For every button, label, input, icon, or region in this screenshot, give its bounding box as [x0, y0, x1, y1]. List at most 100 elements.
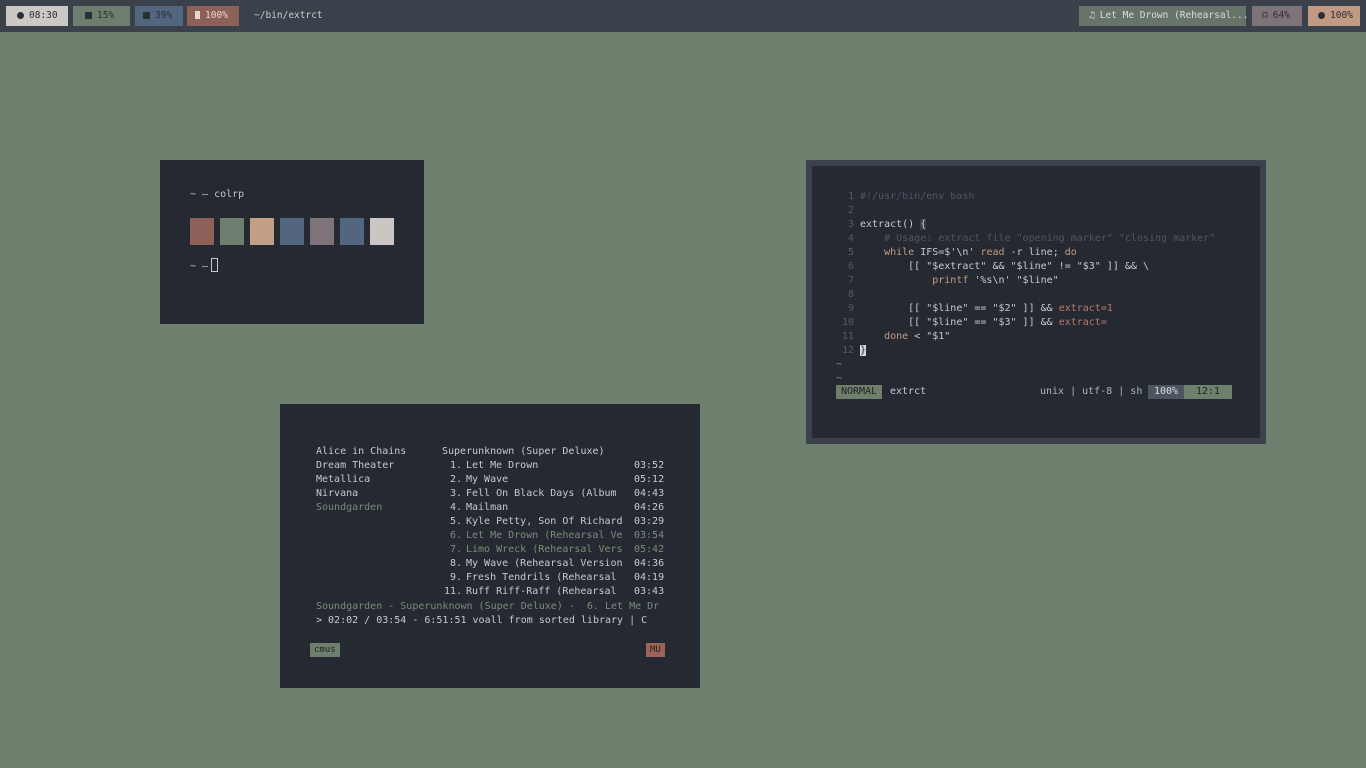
track-title: Mailman [466, 502, 509, 513]
line-number: 7 [847, 275, 854, 286]
artist-item[interactable]: Soundgarden [316, 502, 382, 513]
track-row[interactable]: 6. Let Me Drown (Rehearsal Ve 03:54 [442, 530, 664, 541]
music-title: Let Me Drown (Rehearsal... [1099, 10, 1249, 21]
track-duration: 05:42 [634, 544, 665, 555]
memory-icon [143, 12, 150, 19]
track-duration: 03:43 [634, 586, 665, 597]
brightness-widget[interactable]: 100% [1308, 6, 1360, 26]
track-row[interactable]: 1. Let Me Drown 03:52 [442, 460, 664, 471]
memory-widget[interactable]: 39% [135, 6, 183, 26]
album-title[interactable]: Superunknown (Super Deluxe) [442, 446, 605, 457]
empty-line-marker: ~ [836, 359, 843, 370]
artist-item[interactable]: Dream Theater [316, 460, 394, 471]
track-title: Let Me Drown [466, 460, 539, 471]
track-number: 2. [449, 474, 462, 485]
battery-widget[interactable]: 100% [187, 6, 239, 26]
code-text: printf '%s\n' "$line" [932, 275, 1059, 286]
track-row[interactable]: 9. Fresh Tendrils (Rehearsal 04:19 [442, 572, 664, 583]
battery-value: 100% [205, 10, 228, 21]
cpu-widget[interactable]: 15% [73, 6, 130, 26]
track-number: 6. [449, 530, 462, 541]
code-text: # Usage: extract file "opening marker" "… [860, 233, 1216, 244]
code-text: done < "$1" [884, 331, 951, 342]
color-swatch [190, 218, 214, 245]
color-swatch [340, 218, 364, 245]
cmus-window[interactable]: Alice in Chains Dream Theater Metallica Nir… [280, 404, 700, 688]
track-duration: 04:43 [634, 488, 665, 499]
shell-prompt-text: ~ — [190, 261, 209, 272]
track-duration: 03:54 [634, 530, 665, 541]
track-number: 4. [449, 502, 462, 513]
track-duration: 03:52 [634, 460, 665, 471]
clock-icon [17, 12, 24, 19]
track-title: My Wave [466, 474, 509, 485]
terminal-cursor [211, 258, 219, 272]
track-number: 7. [449, 544, 462, 555]
line-number: 8 [847, 289, 854, 300]
track-row[interactable]: 11. Ruff Riff-Raff (Rehearsal 03:43 [442, 586, 664, 597]
window-title: ~/bin/extrct [254, 10, 323, 21]
mode-tag: MU [646, 643, 665, 657]
vim-filename: extrct [890, 386, 927, 397]
volume-value: 64% [1272, 10, 1290, 21]
brightness-value: 100% [1330, 10, 1353, 21]
track-number: 5. [449, 516, 462, 527]
artist-item[interactable]: Nirvana [316, 488, 358, 499]
terminal-window-colrp[interactable]: ~ — colrp ~ — [160, 160, 424, 324]
track-row[interactable]: 5. Kyle Petty, Son Of Richard 03:29 [442, 516, 664, 527]
volume-widget[interactable]: ☊ 64% [1252, 6, 1302, 26]
track-number: 11. [443, 586, 462, 597]
track-title: Ruff Riff-Raff (Rehearsal [466, 586, 617, 597]
line-number: 1 [847, 191, 854, 202]
color-swatch [220, 218, 244, 245]
color-swatch [310, 218, 334, 245]
line-number: 3 [847, 219, 854, 230]
vim-window[interactable]: 1 #!/usr/bin/env bash 2 3 extract() {4 # Usa… [806, 160, 1266, 444]
track-row[interactable]: 7. Limo Wreck (Rehearsal Vers 05:42 [442, 544, 664, 555]
track-duration: 04:26 [634, 502, 665, 513]
track-number: 8. [449, 558, 462, 569]
playback-status-line: > 02:02 / 03:54 - 6:51:51 voаll from sor… [316, 615, 648, 626]
music-note-icon: ♫ [1089, 10, 1095, 21]
memory-value: 39% [155, 10, 173, 21]
cpu-value: 15% [97, 10, 115, 21]
track-title: Let Me Drown (Rehearsal Ve [466, 530, 623, 541]
code-text: [[ "$line" == "$2" ]] && extract=1 [860, 303, 1113, 314]
code-text: extract() { [860, 219, 927, 230]
headphones-icon: ☊ [1262, 10, 1268, 21]
brightness-icon [1318, 12, 1325, 19]
track-number: 1. [449, 460, 462, 471]
track-number: 9. [449, 572, 462, 583]
line-number: 2 [847, 205, 854, 216]
track-row[interactable]: 4. Mailman 04:26 [442, 502, 664, 513]
track-title: Limo Wreck (Rehearsal Vers [466, 544, 623, 555]
track-title: Fresh Tendrils (Rehearsal [466, 572, 617, 583]
track-row[interactable]: 2. My Wave 05:12 [442, 474, 664, 485]
vim-file-info: unix | utf-8 | sh [1040, 386, 1143, 397]
top-bar: 08:30 15% 39% 100% ~/bin/extrct ♫ Let Me … [0, 0, 1366, 32]
app-tag: cmus [310, 643, 340, 657]
artist-item[interactable]: Metallica [316, 474, 370, 485]
code-text: while IFS=$'\n' read -r line; do [884, 247, 1077, 258]
battery-icon [195, 11, 200, 19]
artist-item[interactable]: Alice in Chains [316, 446, 406, 457]
track-row[interactable]: 3. Fell On Black Days (Album 04:43 [442, 488, 664, 499]
cpu-icon [85, 12, 92, 19]
track-title: Kyle Petty, Son Of Richard [466, 516, 623, 527]
track-title: Fell On Black Days (Album [466, 488, 617, 499]
track-title: My Wave (Rehearsal Version [466, 558, 623, 569]
line-number: 11 [841, 331, 854, 342]
color-swatch [250, 218, 274, 245]
color-swatch [370, 218, 394, 245]
track-duration: 05:12 [634, 474, 665, 485]
track-row[interactable]: 8. My Wave (Rehearsal Version 04:36 [442, 558, 664, 569]
editor-cursor: } [860, 345, 867, 356]
code-text: [[ "$line" == "$3" ]] && extract= [860, 317, 1107, 328]
shell-prompt-active[interactable]: ~ — [190, 258, 219, 272]
clock-widget[interactable]: 08:30 [6, 6, 68, 26]
music-widget[interactable]: ♫ Let Me Drown (Rehearsal... [1079, 6, 1249, 26]
line-number: 6 [847, 261, 854, 272]
line-number: 9 [847, 303, 854, 314]
color-swatch [280, 218, 304, 245]
track-duration: 04:36 [634, 558, 665, 569]
